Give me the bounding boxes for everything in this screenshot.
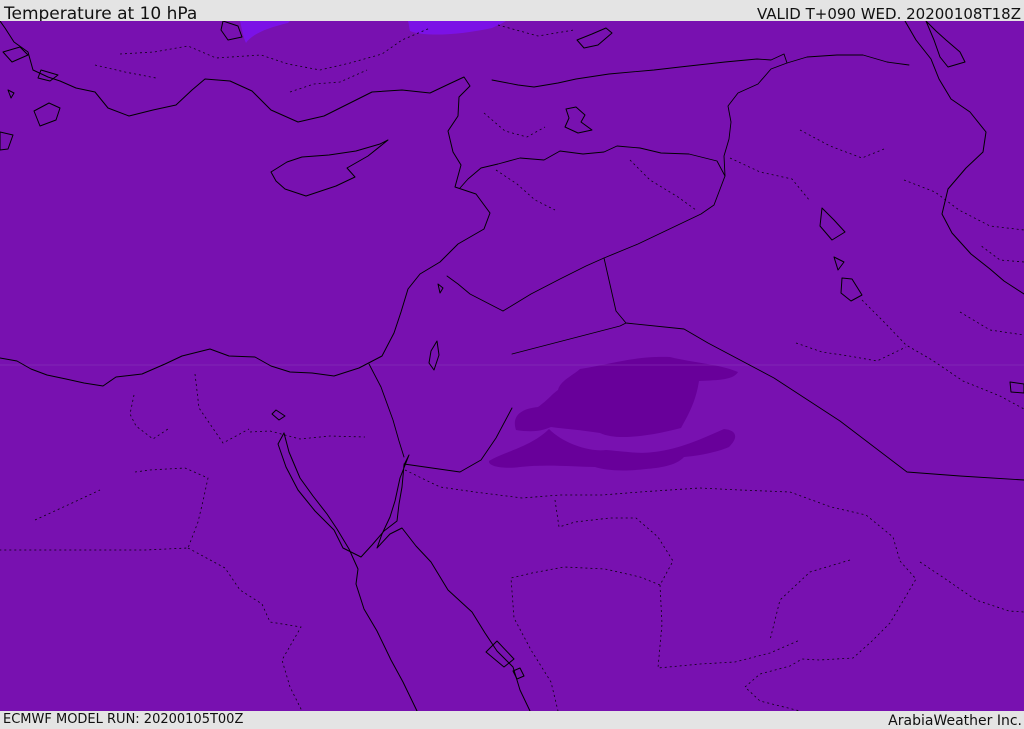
temperature-field-base — [0, 21, 1024, 711]
header-bar: Temperature at 10 hPa VALID T+090 WED. 2… — [0, 0, 1024, 24]
temperature-map — [0, 21, 1024, 711]
model-run-label: ECMWF MODEL RUN: 20200105T00Z — [3, 712, 244, 727]
map-figure: Temperature at 10 hPa VALID T+090 WED. 2… — [0, 0, 1024, 729]
credit-label: ArabiaWeather Inc. — [888, 713, 1022, 729]
footer-bar: ECMWF MODEL RUN: 20200105T00Z ArabiaWeat… — [0, 711, 1024, 729]
